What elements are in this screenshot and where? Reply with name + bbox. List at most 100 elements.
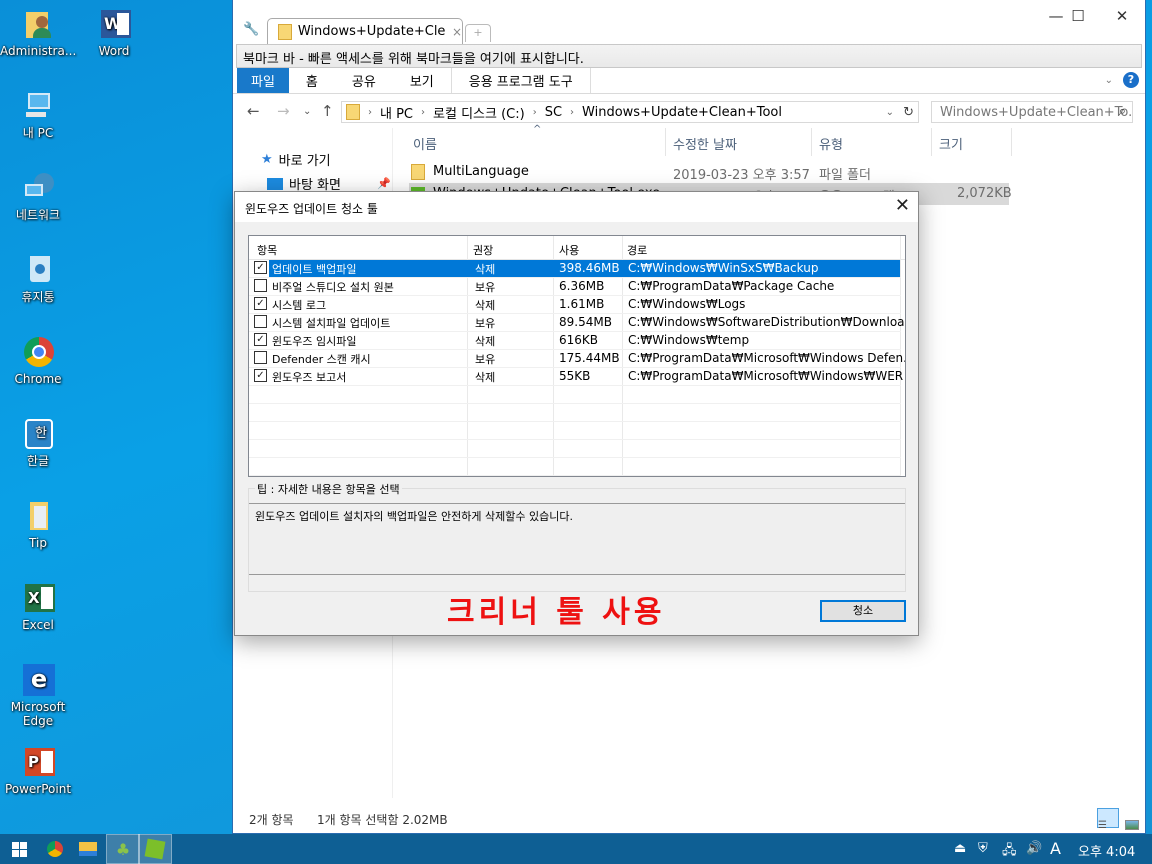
dialog-close-button[interactable]: ✕ (895, 195, 910, 216)
desktop-icon-administrator[interactable]: Administra... (0, 8, 76, 58)
address-dropdown-icon[interactable]: ⌄ (886, 107, 894, 118)
desktop-icon-chrome[interactable]: Chrome (0, 336, 76, 386)
up-icon[interactable]: ↑ (321, 102, 334, 120)
cell-size: 1.61MB (559, 297, 605, 311)
list-row[interactable]: 시스템 설치파일 업데이트 보유 89.54MB C:₩Windows₩Softwar… (249, 314, 905, 332)
cell-path: C:₩Windows₩temp (628, 333, 750, 347)
search-input[interactable]: Windows+Update+Clean+To... ⌕ (931, 101, 1133, 123)
windows-logo-icon (11, 841, 27, 857)
folder-icon (411, 164, 425, 180)
item-count: 2개 항목 (249, 813, 294, 827)
breadcrumb-item[interactable]: 내 PC (380, 103, 413, 122)
clock[interactable]: 오후 4:04 (1078, 841, 1135, 860)
desktop-icon-hangul[interactable]: 한 한글 (0, 418, 76, 468)
ribbon-tab-view[interactable]: 보기 (393, 68, 451, 93)
ime-indicator[interactable]: A (1050, 839, 1061, 858)
maximize-button[interactable]: ☐ (1055, 6, 1101, 28)
address-bar[interactable]: › 내 PC › 로컬 디스크 (C:) › SC › Windows+Upda… (341, 101, 919, 123)
clean-button[interactable]: 청소 (820, 600, 906, 622)
large-icons-view-button[interactable] (1121, 808, 1143, 830)
column-header-name[interactable]: 이름 (413, 134, 437, 153)
desktop-icon-edge[interactable]: e Microsoft Edge (0, 664, 76, 728)
ribbon-tab-app-tools[interactable]: 응용 프로그램 도구 (450, 68, 591, 93)
list-row (249, 404, 901, 422)
desktop-icon-label: Word (98, 44, 130, 58)
ribbon-expand-icon[interactable]: ⌄ (1105, 75, 1113, 86)
desktop-icon-recycle-bin[interactable]: 휴지통 (0, 254, 76, 304)
start-button[interactable] (2, 834, 36, 864)
details-view-button[interactable]: ☰ (1097, 808, 1119, 831)
file-row[interactable]: MultiLanguage 2019-03-23 오후 3:57 파일 폴더 (409, 161, 1009, 183)
column-header-date[interactable]: 수정한 날짜 (673, 134, 737, 153)
taskbar-chrome[interactable] (38, 834, 72, 864)
cell-size: 175.44MB (559, 351, 620, 365)
word-icon: W (98, 8, 131, 40)
computer-icon (22, 90, 54, 122)
navigation-bar: ← → ⌄ ↑ › 내 PC › 로컬 디스크 (C:) › SC › Wind… (233, 94, 1145, 128)
cell-rec: 삭제 (475, 263, 496, 276)
row-checkbox[interactable] (254, 279, 267, 292)
row-checkbox[interactable] (254, 315, 267, 328)
nav-item-quick-access[interactable]: ★ 바로 가기 (261, 150, 331, 169)
breadcrumb-item[interactable]: SC (545, 105, 562, 120)
column-header-recommend[interactable]: 권장 (473, 242, 493, 258)
volume-icon[interactable]: 🔊 (1026, 841, 1042, 856)
row-checkbox[interactable]: ✓ (254, 333, 267, 346)
pin-icon[interactable]: 📌 (377, 177, 391, 190)
list-row[interactable]: ✓ 윈도우즈 보고서 삭제 55KB C:₩ProgramData₩Microsoft₩… (249, 368, 903, 386)
list-row[interactable]: ✓ 시스템 로그 삭제 1.61MB C:₩Windows₩Logs (249, 296, 901, 314)
column-header-path[interactable]: 경로 (627, 242, 647, 258)
desktop-icon-excel[interactable]: X Excel (0, 582, 76, 632)
cleanup-list: 항목 권장 사용 경로 ✓ 업데이트 백업파일 삭제 398.46MB C:₩Windo… (248, 235, 906, 477)
hangul-icon: 한 (22, 418, 54, 450)
new-tab-button[interactable]: + (465, 24, 491, 42)
help-icon[interactable]: ? (1123, 72, 1139, 88)
list-row[interactable]: Defender 스캔 캐시 보유 175.44MB C:₩ProgramData₩M… (249, 350, 905, 368)
back-icon[interactable]: ← (247, 102, 260, 120)
row-checkbox[interactable]: ✓ (254, 369, 267, 382)
desktop-icon-tip[interactable]: Tip (0, 500, 76, 550)
list-row[interactable]: ✓ 윈도우즈 임시파일 삭제 616KB C:₩Windows₩temp (249, 332, 901, 350)
recent-dropdown-icon[interactable]: ⌄ (303, 106, 311, 117)
folder-icon (22, 500, 54, 532)
close-button[interactable]: ✕ (1099, 6, 1145, 28)
network-icon[interactable]: 🖧 (1002, 841, 1017, 863)
desktop-icon-this-pc[interactable]: 내 PC (0, 90, 76, 140)
breadcrumb-item[interactable]: Windows+Update+Clean+Tool (582, 105, 782, 120)
desktop-icon-label: 내 PC (22, 126, 54, 140)
cell-item: 윈도우즈 보고서 (272, 371, 347, 384)
list-row[interactable]: 비주얼 스튜디오 설치 원본 보유 6.36MB C:₩ProgramData₩Pac… (249, 278, 901, 296)
security-icon[interactable]: ⛨ (978, 841, 988, 856)
taskbar-file-explorer[interactable] (71, 834, 105, 864)
forward-icon[interactable]: → (277, 102, 290, 120)
row-checkbox[interactable]: ✓ (254, 297, 267, 310)
column-header-size[interactable]: 크기 (939, 134, 963, 153)
desktop-icon-label: Administra... (0, 44, 77, 58)
taskbar-app-cleanup[interactable] (138, 834, 172, 864)
cell-item: 비주얼 스튜디오 설치 원본 (272, 281, 394, 294)
tab-close-icon[interactable]: × (452, 25, 462, 39)
row-checkbox[interactable] (254, 351, 267, 364)
desktop-icon-word[interactable]: W Word (76, 8, 152, 58)
cell-size: 6.36MB (559, 279, 605, 293)
ribbon-tab-share[interactable]: 공유 (335, 68, 393, 93)
column-header-usage[interactable]: 사용 (559, 242, 579, 258)
desktop-icon-powerpoint[interactable]: P PowerPoint (0, 746, 76, 796)
desktop-icon-network[interactable]: 네트워크 (0, 172, 76, 222)
usb-icon[interactable]: ⏏ (954, 841, 966, 856)
taskbar-app-clover[interactable]: ♣ (106, 834, 140, 864)
column-header-item[interactable]: 항목 (257, 242, 277, 258)
breadcrumb-item[interactable]: 로컬 디스크 (C:) (433, 103, 525, 122)
ribbon-tab-home[interactable]: 홈 (289, 68, 335, 93)
sort-ascending-icon: ^ (533, 124, 542, 135)
folder-icon (278, 23, 292, 40)
tab-windows-update-clean-tool[interactable]: Windows+Update+Clean+Tool × (267, 18, 463, 44)
row-checkbox[interactable]: ✓ (254, 261, 267, 274)
wrench-icon[interactable]: 🔧 (243, 22, 259, 37)
ribbon-tab-file[interactable]: 파일 (237, 68, 289, 93)
cell-size: 398.46MB (559, 261, 620, 275)
list-row[interactable]: ✓ 업데이트 백업파일 삭제 398.46MB C:₩Windows₩WinSxS₩Ba… (249, 260, 901, 278)
tip-description: 윈도우즈 업데이트 설치자의 백업파일은 안전하게 삭제할수 있습니다. (249, 503, 905, 575)
refresh-icon[interactable]: ↻ (903, 105, 914, 120)
column-header-type[interactable]: 유형 (819, 134, 843, 153)
